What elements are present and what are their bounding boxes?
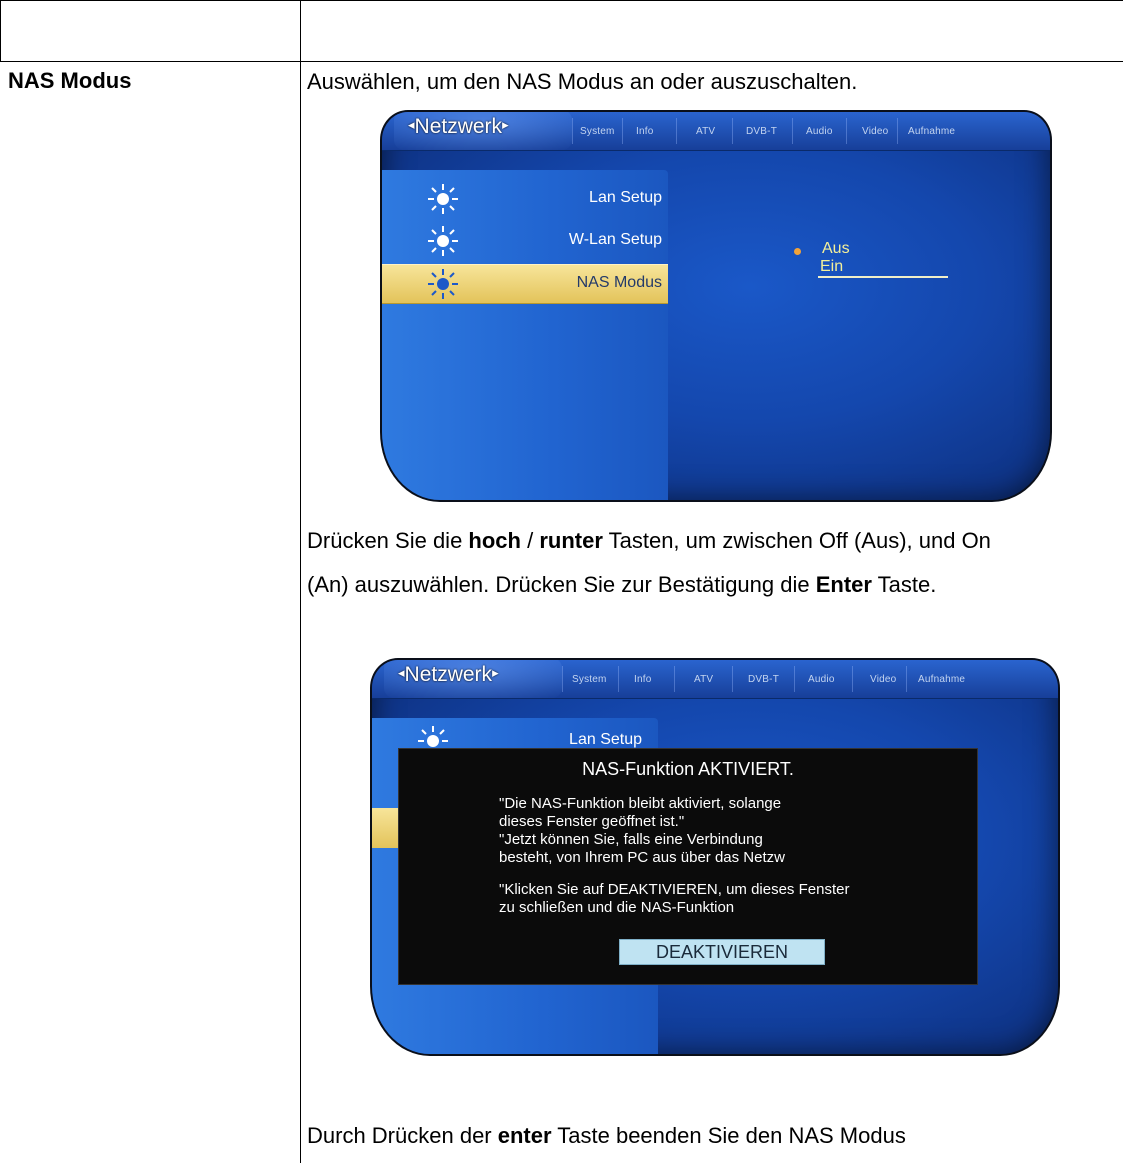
- tab-bar: ◂Netzwerk▸ System Info ATV DVB-T Audio V…: [372, 660, 1058, 699]
- table-row-border: [0, 61, 1123, 62]
- deactivate-button[interactable]: DEAKTIVIEREN: [619, 939, 825, 965]
- intro-text: Auswählen, um den NAS Modus an oder ausz…: [307, 69, 858, 94]
- tab-system[interactable]: System: [580, 126, 615, 137]
- table-left-border: [0, 0, 1, 62]
- tab-video[interactable]: Video: [870, 674, 896, 685]
- settings-menu: Lan Setup W-Lan Setup NAS Modus: [382, 170, 668, 500]
- table-column-divider: [300, 0, 301, 1163]
- menu-item-label: W-Lan Setup: [568, 231, 662, 248]
- tab-bar: ◂Netzwerk▸ System Info ATV DVB-T Audio V…: [382, 112, 1050, 151]
- sun-icon: [428, 269, 458, 299]
- menu-item-nas-modus[interactable]: NAS Modus: [382, 264, 668, 304]
- dialog-text: "Klicken Sie auf DEAKTIVIEREN, um dieses…: [499, 881, 850, 898]
- tab-aufnahme[interactable]: Aufnahme: [918, 674, 965, 685]
- nas-activated-dialog: NAS-Funktion AKTIVIERT. "Die NAS-Funktio…: [398, 748, 978, 985]
- selected-radio-icon: [794, 248, 801, 255]
- dialog-text: "Jetzt können Sie, falls eine Verbindung: [499, 831, 763, 848]
- sun-icon: [428, 184, 458, 214]
- tab-atv[interactable]: ATV: [694, 674, 713, 685]
- sun-icon: [428, 226, 458, 256]
- tab-audio[interactable]: Audio: [806, 126, 833, 137]
- instruction-line-1: Drücken Sie die hoch / runter Tasten, um…: [307, 528, 991, 553]
- tv-screen-dialog: ◂Netzwerk▸ System Info ATV DVB-T Audio V…: [370, 658, 1060, 1056]
- tab-aufnahme[interactable]: Aufnahme: [908, 126, 955, 137]
- option-aus[interactable]: Aus: [822, 240, 850, 258]
- tab-audio[interactable]: Audio: [808, 674, 835, 685]
- tab-info[interactable]: Info: [634, 674, 651, 685]
- row-label: NAS Modus: [8, 68, 132, 93]
- tab-netzwerk[interactable]: ◂Netzwerk▸: [398, 663, 499, 687]
- dialog-text: dieses Fenster geöffnet ist.": [499, 813, 685, 830]
- selected-menu-peek: [372, 808, 400, 848]
- tab-system[interactable]: System: [572, 674, 607, 685]
- dialog-text: besteht, von Ihrem PC aus über das Netzw: [499, 849, 785, 866]
- tab-video[interactable]: Video: [862, 126, 888, 137]
- dialog-text: zu schließen und die NAS-Funktion: [499, 899, 735, 916]
- outro-text: Durch Drücken der enter Taste beenden Si…: [307, 1123, 906, 1148]
- menu-item-label: NAS Modus: [576, 274, 662, 291]
- instruction-line-2: (An) auszuwählen. Drücken Sie zur Bestät…: [307, 572, 937, 597]
- tv-screen-menu: ◂Netzwerk▸ System Info ATV DVB-T Audio V…: [380, 110, 1052, 502]
- dialog-title: NAS-Funktion AKTIVIERT.: [582, 759, 794, 779]
- tab-info[interactable]: Info: [636, 126, 653, 137]
- option-focus-underline: [818, 276, 948, 278]
- tab-netzwerk[interactable]: ◂Netzwerk▸: [408, 115, 509, 139]
- menu-item-lan-setup[interactable]: Lan Setup: [382, 180, 668, 218]
- tab-atv[interactable]: ATV: [696, 126, 715, 137]
- menu-item-wlan-setup[interactable]: W-Lan Setup: [382, 222, 668, 260]
- dialog-text: "Die NAS-Funktion bleibt aktiviert, sola…: [499, 795, 782, 812]
- option-ein[interactable]: Ein: [820, 258, 843, 276]
- tab-dvbt[interactable]: DVB-T: [746, 126, 777, 137]
- menu-item-label: Lan Setup: [589, 189, 662, 206]
- table-top-border: [0, 0, 1123, 1]
- tab-dvbt[interactable]: DVB-T: [748, 674, 779, 685]
- menu-item-label: Lan Setup: [569, 731, 642, 748]
